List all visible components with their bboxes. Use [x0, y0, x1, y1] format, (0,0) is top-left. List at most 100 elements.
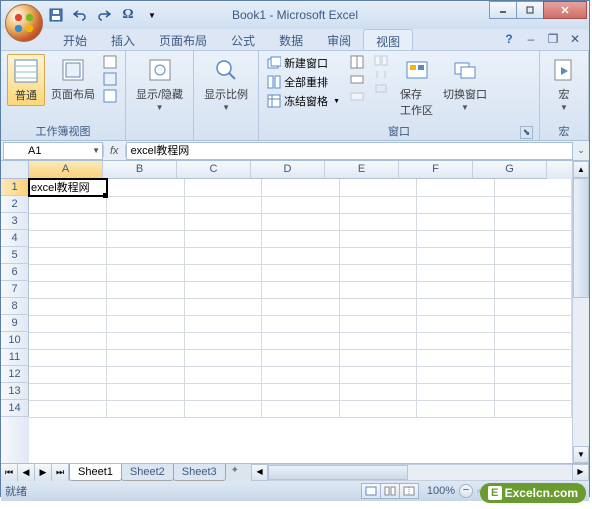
normal-view-statusbtn[interactable] [361, 483, 381, 499]
row-header[interactable]: 11 [1, 349, 29, 366]
row-header[interactable]: 7 [1, 281, 29, 298]
cell[interactable] [29, 366, 107, 383]
help-icon[interactable]: ? [501, 31, 517, 47]
cell[interactable] [339, 383, 417, 400]
cell[interactable] [29, 349, 107, 366]
row-header[interactable]: 5 [1, 247, 29, 264]
cell[interactable] [184, 349, 262, 366]
arrange-all-button[interactable]: 全部重排 [265, 73, 342, 91]
cell[interactable] [339, 298, 417, 315]
cell[interactable] [417, 315, 495, 332]
cell[interactable] [29, 383, 107, 400]
cell[interactable] [494, 264, 572, 281]
cell[interactable] [494, 332, 572, 349]
cell[interactable] [417, 196, 495, 213]
cell[interactable] [184, 332, 262, 349]
view-side-button[interactable] [372, 54, 390, 67]
scroll-thumb[interactable] [573, 178, 589, 298]
horizontal-scrollbar[interactable]: ◀ ▶ [251, 464, 589, 481]
redo-icon[interactable] [94, 5, 114, 25]
row-header[interactable]: 8 [1, 298, 29, 315]
cell[interactable] [184, 213, 262, 230]
column-header[interactable]: E [325, 161, 399, 179]
scroll-left-icon[interactable]: ◀ [251, 464, 268, 481]
sheet-tab[interactable]: Sheet3 [173, 464, 226, 481]
cell[interactable] [184, 298, 262, 315]
cell[interactable] [417, 179, 495, 196]
cell[interactable] [262, 298, 340, 315]
cell[interactable] [494, 247, 572, 264]
switch-windows-button[interactable]: 切换窗口 ▼ [439, 54, 491, 114]
cell[interactable] [184, 366, 262, 383]
custom-views-button[interactable] [101, 71, 119, 87]
cell[interactable] [494, 400, 572, 417]
cell[interactable] [262, 383, 340, 400]
cell[interactable] [107, 196, 185, 213]
cell[interactable]: excel教程网 [29, 179, 107, 196]
row-header[interactable]: 12 [1, 366, 29, 383]
cell[interactable] [417, 332, 495, 349]
cell[interactable] [107, 298, 185, 315]
cell[interactable] [29, 213, 107, 230]
cell[interactable] [184, 383, 262, 400]
save-workspace-button[interactable]: 保存 工作区 [396, 54, 437, 120]
row-header[interactable]: 2 [1, 196, 29, 213]
row-header[interactable]: 6 [1, 264, 29, 281]
scroll-down-icon[interactable]: ▼ [573, 446, 589, 463]
symbol-icon[interactable]: Ω [118, 5, 138, 25]
cell[interactable] [417, 264, 495, 281]
name-box[interactable]: A1▼ [3, 142, 103, 160]
cell[interactable] [184, 315, 262, 332]
doc-minimize-button[interactable]: – [523, 31, 539, 47]
cell[interactable] [262, 264, 340, 281]
cell[interactable] [339, 400, 417, 417]
cell[interactable] [262, 196, 340, 213]
cell[interactable] [494, 298, 572, 315]
cell[interactable] [184, 247, 262, 264]
cell[interactable] [262, 230, 340, 247]
cell[interactable] [417, 281, 495, 298]
vertical-scrollbar[interactable]: ▲ ▼ [572, 161, 589, 463]
normal-view-button[interactable]: 普通 [7, 54, 45, 106]
cell[interactable] [262, 213, 340, 230]
cell[interactable] [29, 298, 107, 315]
cell[interactable] [339, 230, 417, 247]
cell[interactable] [107, 264, 185, 281]
cell[interactable] [417, 400, 495, 417]
cell[interactable] [494, 366, 572, 383]
cell[interactable] [494, 213, 572, 230]
cell[interactable] [417, 213, 495, 230]
tab-home[interactable]: 开始 [51, 29, 99, 50]
cell[interactable] [417, 383, 495, 400]
cell[interactable] [339, 315, 417, 332]
prev-sheet-icon[interactable]: ◀ [18, 464, 35, 481]
cell[interactable] [262, 179, 340, 196]
scroll-right-icon[interactable]: ▶ [572, 464, 589, 481]
cell[interactable] [339, 332, 417, 349]
showhide-button[interactable]: 显示/隐藏 ▼ [132, 54, 187, 114]
maximize-button[interactable] [516, 1, 544, 19]
cell[interactable] [107, 349, 185, 366]
cell[interactable] [107, 400, 185, 417]
pagelayout-statusbtn[interactable] [380, 483, 400, 499]
column-header[interactable]: B [103, 161, 177, 179]
cell[interactable] [184, 281, 262, 298]
cell[interactable] [29, 196, 107, 213]
cell[interactable] [107, 332, 185, 349]
macros-button[interactable]: 宏 ▼ [546, 54, 582, 114]
cell[interactable] [184, 230, 262, 247]
chevron-down-icon[interactable]: ▼ [92, 146, 100, 155]
doc-close-button[interactable]: ✕ [567, 31, 583, 47]
cell[interactable] [262, 366, 340, 383]
row-header[interactable]: 3 [1, 213, 29, 230]
formula-input[interactable]: excel教程网 [126, 142, 573, 160]
cell[interactable] [417, 298, 495, 315]
cell[interactable] [339, 264, 417, 281]
fx-icon[interactable]: fx [103, 145, 126, 157]
row-header[interactable]: 1 [1, 179, 29, 196]
cell[interactable] [417, 230, 495, 247]
cell[interactable] [339, 196, 417, 213]
cell[interactable] [339, 281, 417, 298]
cell[interactable] [494, 383, 572, 400]
column-header[interactable]: G [473, 161, 547, 179]
